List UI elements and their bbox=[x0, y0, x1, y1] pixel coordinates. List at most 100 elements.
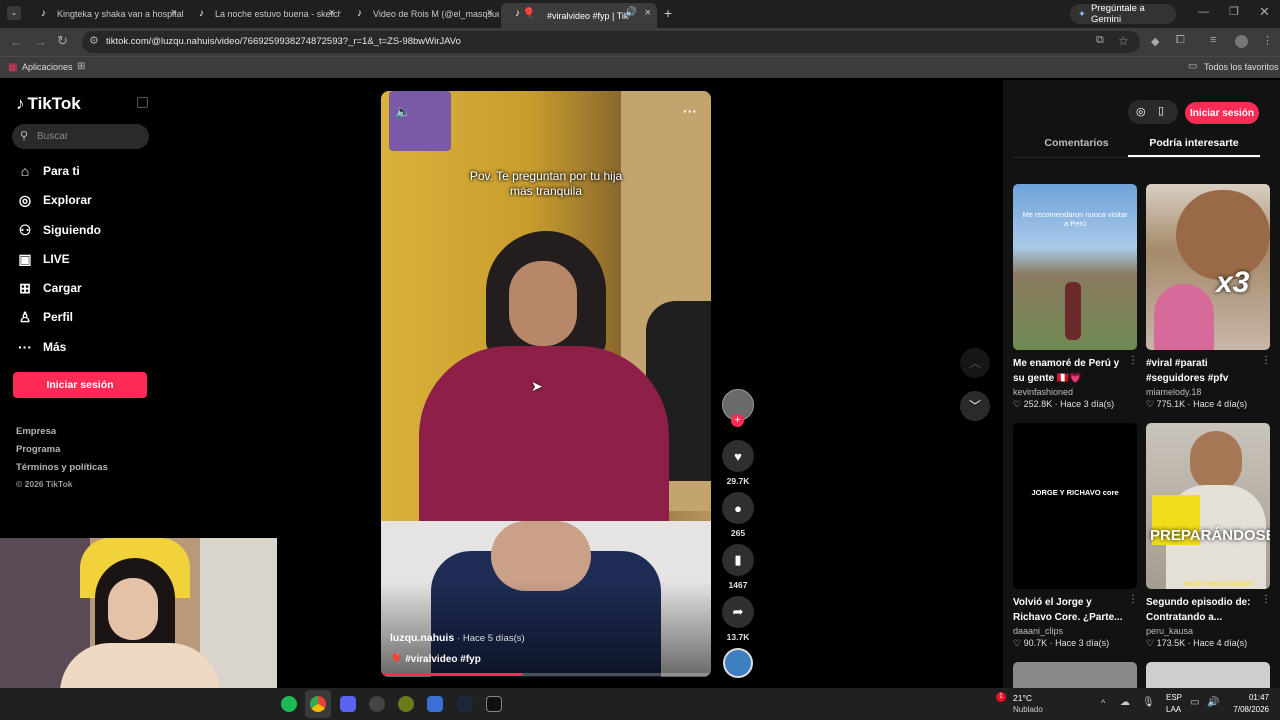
forward-icon[interactable]: → bbox=[34, 34, 47, 49]
card-more-icon[interactable]: ⋮ bbox=[1261, 594, 1271, 605]
close-tab-icon[interactable]: × bbox=[171, 7, 177, 19]
card-title[interactable]: Volvió el Jorge y Richavo Core. ¿Parte..… bbox=[1013, 595, 1131, 625]
profile-avatar[interactable] bbox=[1235, 35, 1248, 48]
card-author[interactable]: peru_kausa bbox=[1146, 626, 1270, 636]
recommended-card[interactable]: Me recomendaron nunca visitar a Perú Me … bbox=[1013, 184, 1137, 410]
card-thumbnail-partial[interactable] bbox=[1013, 662, 1137, 688]
save-action[interactable]: ▮ 1467 bbox=[722, 544, 754, 590]
card-title[interactable]: #viral #parati #seguidores #pfv bbox=[1146, 356, 1264, 386]
comment-icon[interactable]: ● bbox=[722, 492, 754, 524]
nav-explorar[interactable]: ◎ Explorar bbox=[16, 188, 92, 212]
site-info-icon[interactable]: ⚙ bbox=[89, 34, 99, 47]
weather-alert-icon[interactable]: 1 bbox=[996, 692, 1006, 702]
card-title[interactable]: Segundo episodio de: Contratando a... bbox=[1146, 595, 1264, 625]
close-tab-icon[interactable]: × bbox=[645, 7, 651, 19]
more-options-icon[interactable]: ··· bbox=[683, 103, 697, 119]
nav-perfil[interactable]: ♙ Perfil bbox=[16, 305, 73, 329]
nav-live[interactable]: ▣ LIVE bbox=[16, 247, 69, 271]
footer-link-programa[interactable]: Programa bbox=[16, 444, 60, 455]
tab-podria-interesarte[interactable]: Podría interesarte bbox=[1128, 137, 1260, 149]
maximize-icon[interactable]: ❐ bbox=[1229, 5, 1239, 18]
collapse-sidebar-icon[interactable] bbox=[137, 97, 148, 108]
new-tab-icon[interactable]: + bbox=[664, 5, 672, 21]
weather-desc[interactable]: Nublado bbox=[1013, 705, 1043, 714]
obs-icon[interactable] bbox=[369, 696, 385, 712]
share-action[interactable]: ➦ 13.7K bbox=[722, 596, 754, 642]
app-icon[interactable] bbox=[427, 696, 443, 712]
microphone-icon[interactable]: 🎙 bbox=[1142, 697, 1155, 708]
onedrive-icon[interactable]: ☁ bbox=[1120, 697, 1130, 708]
music-disc-avatar[interactable] bbox=[723, 648, 753, 678]
heart-icon[interactable]: ♥ bbox=[722, 440, 754, 472]
previous-video-button[interactable]: ︿ bbox=[960, 348, 990, 378]
extension-icon[interactable]: ◆ bbox=[1151, 35, 1159, 48]
language-layout[interactable]: LAA bbox=[1166, 705, 1181, 714]
like-action[interactable]: ♥ 29.7K bbox=[722, 440, 754, 486]
clock-date[interactable]: 7/08/2026 bbox=[1222, 705, 1269, 714]
card-more-icon[interactable]: ⋮ bbox=[1128, 355, 1138, 366]
install-app-icon[interactable]: ⧉ bbox=[1096, 34, 1104, 47]
close-window-icon[interactable]: ✕ bbox=[1259, 4, 1270, 20]
recommended-card[interactable]: JORGE Y RICHAVO core Volvió el Jorge y R… bbox=[1013, 423, 1137, 649]
close-tab-icon[interactable]: × bbox=[487, 7, 493, 19]
device-icon[interactable]: ▯ bbox=[1158, 104, 1164, 117]
video-hashtags[interactable]: #viralvideo #fyp bbox=[405, 654, 481, 665]
omnibox[interactable]: ⚙ tiktok.com/@luzqu.nahuis/video/7669259… bbox=[82, 31, 1140, 53]
url-text[interactable]: tiktok.com/@luzqu.nahuis/video/766925993… bbox=[106, 36, 461, 47]
bookmark-star-icon[interactable]: ☆ bbox=[1118, 34, 1129, 48]
tab-groups-icon[interactable]: ⊞ bbox=[77, 61, 85, 72]
card-more-icon[interactable]: ⋮ bbox=[1128, 594, 1138, 605]
card-more-icon[interactable]: ⋮ bbox=[1261, 355, 1271, 366]
reload-icon[interactable]: ↻ bbox=[57, 33, 68, 49]
share-icon[interactable]: ➦ bbox=[722, 596, 754, 628]
nav-siguiendo[interactable]: ⚇ Siguiendo bbox=[16, 218, 101, 242]
all-bookmarks[interactable]: Todos los favoritos bbox=[1204, 62, 1279, 72]
sidebar-login-button[interactable]: Iniciar sesión bbox=[13, 372, 147, 398]
chrome-icon[interactable] bbox=[310, 696, 326, 712]
tiktok-logo[interactable]: ♪ TikTok bbox=[16, 94, 81, 114]
comment-action[interactable]: ● 265 bbox=[722, 492, 754, 538]
clock-time[interactable]: 01:47 bbox=[1227, 693, 1269, 702]
close-tab-icon[interactable]: × bbox=[329, 7, 335, 19]
menu-dots-icon[interactable]: ⋮ bbox=[1262, 34, 1273, 47]
apps-grid-icon[interactable]: ▦ bbox=[8, 62, 17, 73]
card-author[interactable]: miamelody.18 bbox=[1146, 387, 1270, 397]
media-control-icon[interactable]: ≡ bbox=[1210, 34, 1216, 46]
weather-temp[interactable]: 21°C bbox=[1013, 693, 1032, 703]
browser-tab-active[interactable]: ♪ 🎈 #viralvideo #fyp | Tik 🔊 × bbox=[501, 3, 657, 28]
extensions-puzzle-icon[interactable]: ⧠ bbox=[1176, 34, 1185, 47]
next-video-button[interactable]: ﹀ bbox=[960, 391, 990, 421]
footer-link-empresa[interactable]: Empresa bbox=[16, 426, 56, 437]
browser-tab[interactable]: ♪ La noche estuvo buena - sketch × bbox=[185, 3, 341, 25]
footer-link-terminos[interactable]: Términos y políticas bbox=[16, 462, 108, 473]
nav-mas[interactable]: ··· Más bbox=[16, 335, 66, 359]
nav-cargar[interactable]: ⊞ Cargar bbox=[16, 276, 82, 300]
card-thumbnail[interactable]: x3 bbox=[1146, 184, 1270, 350]
gemini-button[interactable]: ✦ Pregúntale a Gemini bbox=[1070, 3, 1176, 25]
follow-plus-icon[interactable]: + bbox=[731, 414, 744, 427]
card-author[interactable]: daaani_clips bbox=[1013, 626, 1137, 636]
unreal-icon[interactable] bbox=[486, 696, 502, 712]
card-thumbnail-partial[interactable] bbox=[1146, 662, 1270, 688]
discord-icon[interactable] bbox=[340, 696, 356, 712]
tray-chevron-icon[interactable]: ^ bbox=[1101, 698, 1105, 708]
coin-icon[interactable]: ◎ bbox=[1136, 105, 1146, 118]
browser-tab[interactable]: ♪ Kingteka y shaka van a hospital × bbox=[27, 3, 183, 25]
speaker-icon[interactable]: 🔊 bbox=[625, 7, 637, 18]
spotify-icon[interactable] bbox=[281, 696, 297, 712]
app-icon[interactable] bbox=[398, 696, 414, 712]
steam-icon[interactable] bbox=[457, 696, 473, 712]
video-progress-track[interactable] bbox=[381, 673, 711, 676]
card-thumbnail[interactable]: PREPARÁNDOSE está memorizado? bbox=[1146, 423, 1270, 589]
recommended-card[interactable]: PREPARÁNDOSE está memorizado? Segundo ep… bbox=[1146, 423, 1270, 649]
card-thumbnail[interactable]: Me recomendaron nunca visitar a Perú bbox=[1013, 184, 1137, 350]
minimize-icon[interactable]: — bbox=[1198, 6, 1209, 18]
nav-para-ti[interactable]: ⌂ Para ti bbox=[16, 159, 80, 183]
video-author[interactable]: luzqu.nahuis bbox=[390, 632, 454, 644]
browser-tab[interactable]: ♪ Video de Rois M (@el_masqsue × bbox=[343, 3, 499, 25]
header-login-button[interactable]: Iniciar sesión bbox=[1185, 102, 1259, 124]
video-player[interactable]: 🔈 ··· Pov. Te preguntan por tu hija más … bbox=[381, 91, 711, 677]
bookmark-apps[interactable]: Aplicaciones bbox=[22, 62, 73, 72]
card-thumbnail[interactable]: JORGE Y RICHAVO core bbox=[1013, 423, 1137, 589]
tab-comentarios[interactable]: Comentarios bbox=[1013, 137, 1140, 149]
